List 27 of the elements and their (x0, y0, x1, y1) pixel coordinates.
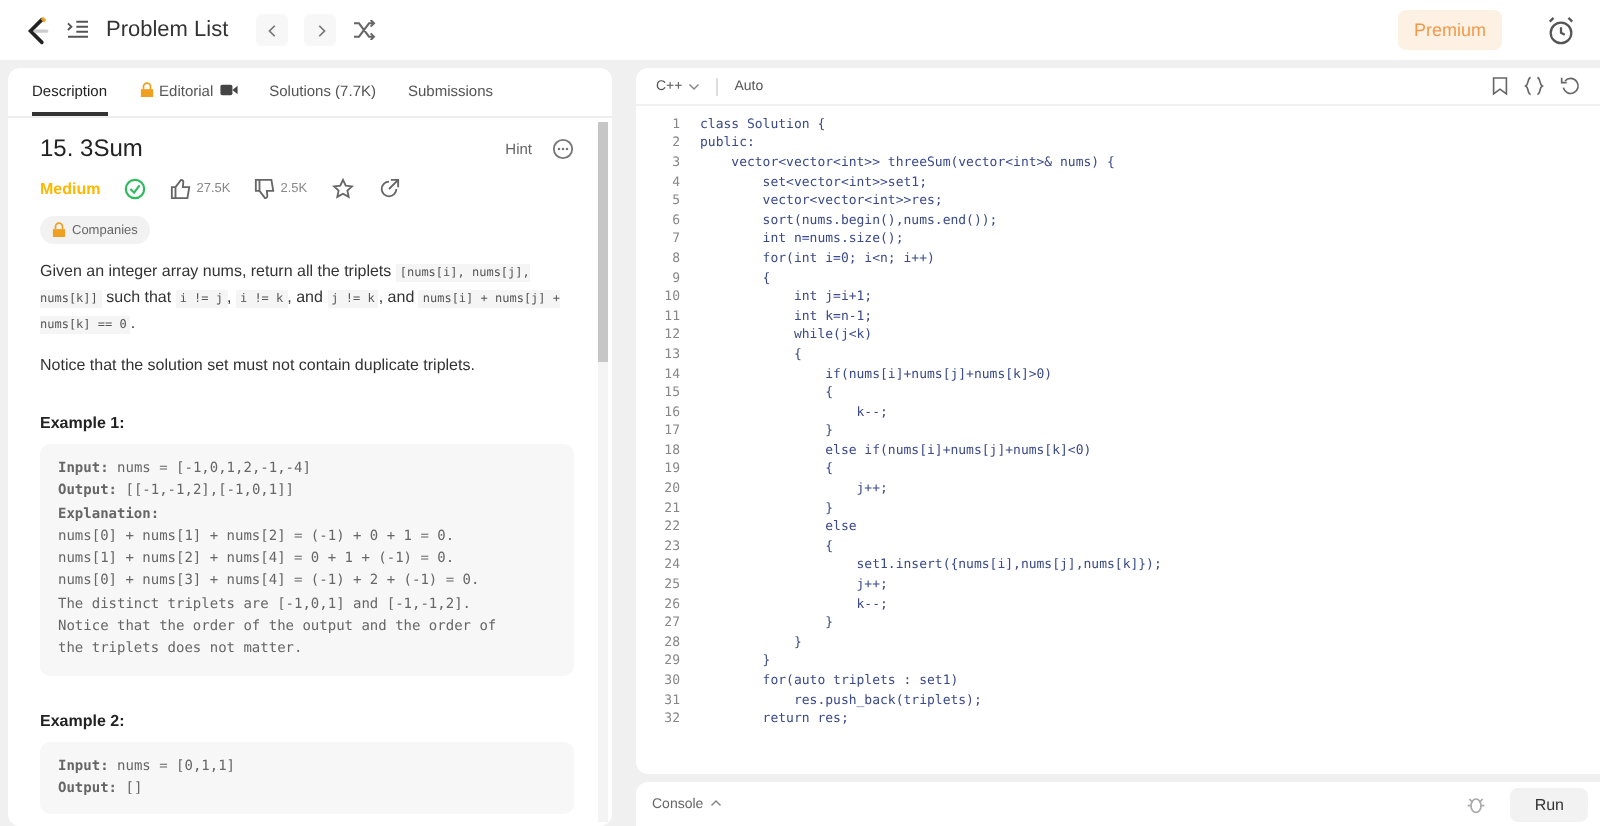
example-heading: Example 1: (40, 414, 127, 432)
bookmark-icon[interactable] (1492, 76, 1508, 96)
braces-icon[interactable] (1524, 76, 1544, 96)
logo-icon[interactable] (24, 15, 50, 45)
more-icon[interactable] (552, 137, 574, 159)
chevron-right-icon (313, 24, 328, 38)
lock-icon (139, 82, 154, 98)
star-icon[interactable] (331, 178, 354, 200)
share-icon[interactable] (377, 178, 400, 200)
thumbs-up-icon (170, 178, 193, 200)
alarm-clock-icon[interactable] (1546, 15, 1576, 45)
chevron-up-icon (709, 798, 722, 810)
description-paragraph: Notice that the solution set must not contain duplicate triplets. (40, 354, 477, 378)
run-button[interactable]: Run (1510, 787, 1588, 821)
reset-icon[interactable] (1560, 76, 1580, 96)
difficulty-label: Medium (40, 180, 101, 198)
example-heading: Example 2: (40, 711, 127, 730)
list-icon[interactable] (66, 20, 90, 40)
problem-title: 15. 3Sum (40, 134, 145, 162)
thumbs-down-icon (254, 178, 277, 200)
shuffle-icon[interactable] (352, 20, 377, 40)
chevron-left-icon (265, 24, 280, 38)
chevron-down-icon (688, 80, 701, 92)
scrollbar[interactable] (598, 122, 608, 822)
lock-icon (52, 222, 66, 238)
problem-list-title[interactable]: Problem List (106, 18, 229, 42)
video-icon (219, 84, 238, 96)
